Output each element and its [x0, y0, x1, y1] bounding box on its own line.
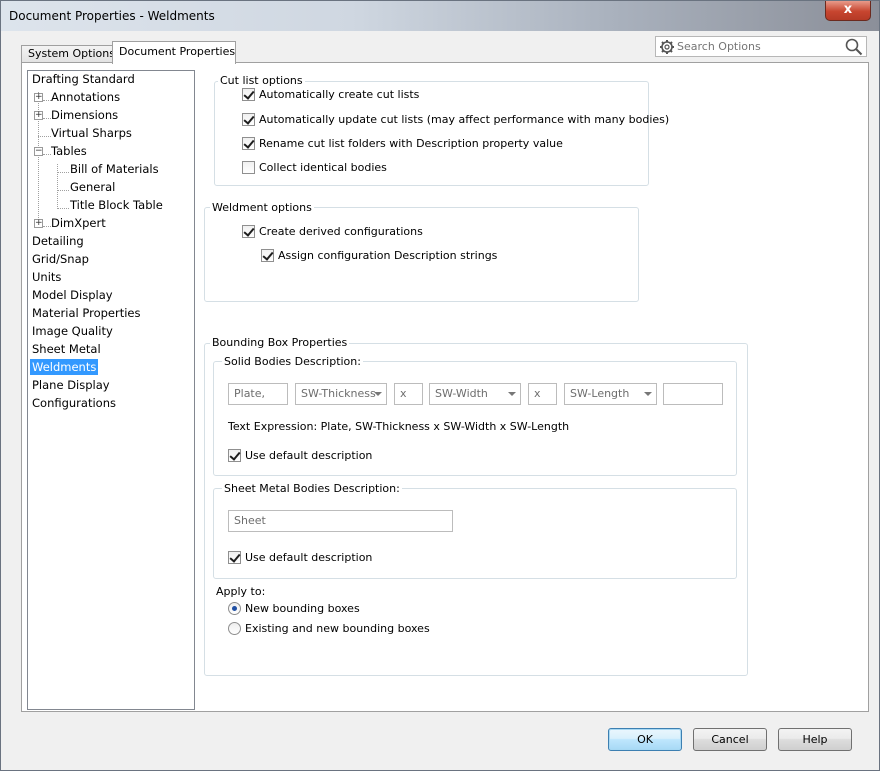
tab-system-options[interactable]: System Options — [21, 45, 115, 63]
search-icon[interactable] — [845, 38, 863, 56]
tree-item-configurations[interactable]: Configurations — [32, 395, 116, 412]
options-tree[interactable]: Drafting Standard + Annotations + Dimens… — [27, 70, 195, 710]
tree-connector — [57, 164, 58, 209]
length-dropdown[interactable]: SW-Length — [564, 383, 657, 405]
tree-item-tables[interactable]: Tables — [51, 143, 87, 160]
dialog-client: System Options Document Properties Searc… — [9, 31, 871, 763]
bounding-box-title: Bounding Box Properties — [210, 336, 350, 349]
tab-content-panel: Drafting Standard + Annotations + Dimens… — [21, 62, 869, 712]
tree-item-virtual-sharps[interactable]: Virtual Sharps — [51, 125, 132, 142]
tree-item-bill-of-materials[interactable]: Bill of Materials — [70, 161, 159, 178]
tree-item-sheet-metal[interactable]: Sheet Metal — [32, 341, 101, 358]
tree-item-annotations[interactable]: Annotations — [51, 89, 120, 106]
tree-item-drafting-standard[interactable]: Drafting Standard — [32, 71, 135, 88]
tree-connector — [57, 208, 69, 209]
help-button[interactable]: Help — [778, 728, 852, 751]
checkbox-checked-icon[interactable] — [242, 113, 255, 126]
gear-icon[interactable] — [659, 39, 675, 55]
tree-connector — [57, 172, 69, 173]
tree-item-dimensions[interactable]: Dimensions — [51, 107, 118, 124]
checkbox-checked-icon[interactable] — [242, 137, 255, 150]
tree-item-image-quality[interactable]: Image Quality — [32, 323, 113, 340]
apply-to-label: Apply to: — [216, 585, 266, 598]
tree-item-units[interactable]: Units — [32, 269, 61, 286]
tree-connector — [57, 190, 69, 191]
tree-item-general[interactable]: General — [70, 179, 115, 196]
cancel-button[interactable]: Cancel — [693, 728, 767, 751]
sheet-description-field[interactable]: Sheet — [228, 510, 453, 532]
suffix-text-field[interactable] — [663, 383, 723, 405]
dropdown-arrow-icon — [508, 392, 516, 396]
title-bar[interactable]: Document Properties - Weldments x — [1, 1, 879, 31]
tree-item-grid-snap[interactable]: Grid/Snap — [32, 251, 89, 268]
thickness-dropdown[interactable]: SW-Thickness — [295, 383, 387, 405]
separator-1-field[interactable]: x — [394, 383, 423, 405]
prefix-text-field[interactable]: Plate, — [228, 383, 288, 405]
sheet-metal-bodies-title: Sheet Metal Bodies Description: — [222, 482, 402, 495]
expand-plus-icon[interactable]: + — [34, 219, 43, 228]
tree-item-detailing[interactable]: Detailing — [32, 233, 84, 250]
tree-connector — [43, 154, 51, 155]
weldment-options-title: Weldment options — [210, 201, 314, 214]
dropdown-arrow-icon — [374, 392, 382, 396]
radio-selected-icon[interactable] — [228, 602, 241, 615]
width-dropdown[interactable]: SW-Width — [429, 383, 521, 405]
checkbox-checked-icon[interactable] — [228, 449, 241, 462]
separator-2-field[interactable]: x — [528, 383, 557, 405]
window-title: Document Properties - Weldments — [9, 9, 215, 23]
checkbox-checked-icon[interactable] — [242, 225, 255, 238]
solid-bodies-title: Solid Bodies Description: — [222, 355, 363, 368]
tree-connector — [38, 136, 51, 137]
expand-plus-icon[interactable]: + — [34, 111, 43, 120]
collapse-minus-icon[interactable]: − — [34, 147, 43, 156]
checkbox-checked-icon[interactable] — [242, 88, 255, 101]
text-expression-label: Text Expression: Plate, SW-Thickness x S… — [228, 420, 570, 433]
ok-button[interactable]: OK — [608, 728, 682, 751]
tree-item-weldments[interactable]: Weldments — [30, 359, 99, 376]
checkbox-checked-icon[interactable] — [261, 249, 274, 262]
dropdown-arrow-icon — [644, 392, 652, 396]
search-input[interactable] — [677, 39, 837, 54]
tree-item-model-display[interactable]: Model Display — [32, 287, 113, 304]
tree-connector — [43, 226, 51, 227]
tree-item-title-block-table[interactable]: Title Block Table — [70, 197, 163, 214]
tree-item-plane-display[interactable]: Plane Display — [32, 377, 110, 394]
expand-plus-icon[interactable]: + — [34, 93, 43, 102]
checkbox-checked-icon[interactable] — [228, 551, 241, 564]
dialog-window: Document Properties - Weldments x System… — [0, 0, 880, 771]
tree-item-dimxpert[interactable]: DimXpert — [51, 215, 106, 232]
radio-unselected-icon[interactable] — [228, 622, 241, 635]
search-box[interactable] — [655, 36, 867, 57]
tab-document-properties[interactable]: Document Properties — [112, 41, 236, 64]
checkbox-unchecked-icon[interactable] — [242, 161, 255, 174]
tree-connector — [43, 100, 51, 101]
cut-list-options-title: Cut list options — [218, 74, 305, 87]
tree-connector — [43, 118, 51, 119]
close-button[interactable]: x — [825, 1, 871, 21]
sheet-metal-bodies-group — [213, 488, 737, 579]
tree-item-material-properties[interactable]: Material Properties — [32, 305, 141, 322]
